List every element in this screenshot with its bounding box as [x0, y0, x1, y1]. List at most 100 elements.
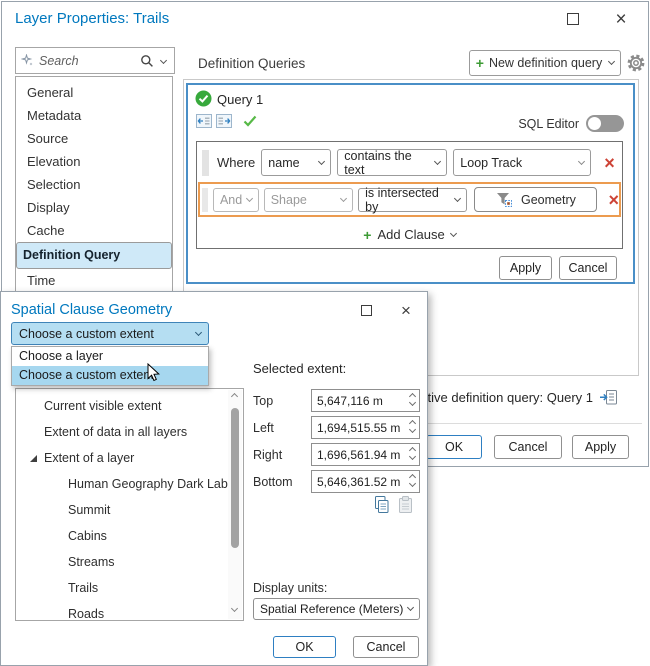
spatial-cancel-button[interactable]: Cancel	[353, 636, 419, 658]
move-clause-right-icon[interactable]	[216, 114, 232, 128]
chevron-down-icon	[578, 157, 585, 164]
extent-row-bottom: Bottom 5,646,361.52 m	[253, 470, 420, 493]
clause-valid-check-icon	[242, 114, 258, 128]
search-options-chevron-icon[interactable]	[160, 57, 167, 64]
tree-item-human-geography-dark-label[interactable]: Human Geography Dark Label	[16, 471, 243, 497]
tree-item-cabins[interactable]: Cabins	[16, 523, 243, 549]
spatial-filter-icon	[496, 192, 513, 208]
sidebar-item-source[interactable]: Source	[16, 127, 172, 150]
tree-item-extent-of-a-layer[interactable]: Extent of a layer	[16, 445, 243, 471]
maximize-button[interactable]	[353, 300, 379, 320]
tree-item-label: Trails	[68, 581, 98, 595]
option-choose-a-layer[interactable]: Choose a layer	[12, 347, 208, 366]
tree-item-roads[interactable]: Roads	[16, 601, 243, 621]
query-apply-button[interactable]: Apply	[499, 256, 552, 280]
sql-editor-toggle[interactable]	[586, 115, 624, 132]
sidebar-item-general[interactable]: General	[16, 81, 172, 104]
geometry-button[interactable]: Geometry	[474, 187, 597, 212]
bottom-input[interactable]: 5,646,361.52 m	[311, 470, 420, 493]
active-query-label: Active definition query: Query 1	[412, 390, 593, 405]
scroll-down-icon[interactable]	[231, 605, 238, 612]
search-placeholder: Search	[39, 54, 140, 68]
decrement-icon[interactable]	[409, 425, 416, 432]
extent-row-right: Right 1,696,561.94 m	[253, 443, 420, 466]
close-button[interactable]: ×	[393, 300, 419, 320]
connector-select-disabled[interactable]: And	[213, 188, 259, 212]
new-definition-query-button[interactable]: + New definition query	[469, 50, 621, 76]
geometry-source-dropdown: Choose a layer Choose a custom extent	[11, 346, 209, 386]
sidebar-item-metadata[interactable]: Metadata	[16, 104, 172, 127]
sidebar-item-elevation[interactable]: Elevation	[16, 150, 172, 173]
tree-item-trails[interactable]: Trails	[16, 575, 243, 601]
spatial-ok-button[interactable]: OK	[273, 636, 336, 658]
extent-row-left: Left 1,694,515.55 m	[253, 416, 420, 439]
maximize-icon	[361, 305, 372, 316]
spinner-arrows[interactable]	[410, 397, 415, 405]
sidebar-item-time[interactable]: Time	[16, 269, 172, 292]
tree-item-label: Human Geography Dark Label	[68, 477, 238, 491]
geometry-source-combo[interactable]: Choose a custom extent	[11, 322, 209, 345]
ok-button[interactable]: OK	[426, 435, 482, 459]
field-select-disabled[interactable]: Shape	[264, 188, 353, 212]
go-to-query-icon[interactable]	[599, 389, 618, 406]
spatial-operator-value: is intersected by	[365, 186, 455, 214]
decrement-icon[interactable]	[409, 452, 416, 459]
spatial-operator-select[interactable]: is intersected by	[358, 188, 467, 212]
value-combo[interactable]: Loop Track	[453, 149, 591, 176]
move-clause-left-icon[interactable]	[196, 114, 212, 128]
tree-item-label: Extent of data in all layers	[44, 425, 187, 439]
tree-item-summit[interactable]: Summit	[16, 497, 243, 523]
apply-button[interactable]: Apply	[572, 435, 629, 459]
right-value: 1,696,561.94 m	[312, 448, 408, 462]
clause-drag-handle[interactable]	[202, 150, 209, 176]
field-select[interactable]: name	[261, 149, 331, 176]
close-button[interactable]: ×	[606, 8, 636, 30]
tree-item-current-visible-extent[interactable]: Current visible extent	[16, 393, 243, 419]
top-input[interactable]: 5,647,116 m	[311, 389, 420, 412]
query-card[interactable]: Query 1 SQL Edit	[186, 83, 635, 284]
operator-select-value: contains the text	[344, 149, 435, 177]
clause-drag-handle[interactable]	[202, 188, 208, 212]
tree-item-label: Roads	[68, 607, 104, 621]
maximize-button[interactable]	[558, 8, 588, 30]
tree-item-streams[interactable]: Streams	[16, 549, 243, 575]
cancel-button[interactable]: Cancel	[494, 435, 562, 459]
spinner-arrows[interactable]	[410, 424, 415, 432]
spinner-arrows[interactable]	[410, 478, 415, 486]
selected-extent-label: Selected extent:	[253, 361, 346, 376]
gear-icon[interactable]	[626, 53, 646, 73]
sidebar-item-display[interactable]: Display	[16, 196, 172, 219]
operator-select[interactable]: contains the text	[337, 149, 447, 176]
query-cancel-button[interactable]: Cancel	[559, 256, 617, 280]
copy-extent-icon[interactable]	[372, 495, 391, 514]
and-clause-row-highlighted: And Shape is intersected by	[198, 182, 621, 217]
chevron-down-icon	[407, 604, 414, 611]
display-units-select[interactable]: Spatial Reference (Meters)	[253, 598, 420, 620]
left-input[interactable]: 1,694,515.55 m	[311, 416, 420, 439]
right-input[interactable]: 1,696,561.94 m	[311, 443, 420, 466]
paste-extent-icon[interactable]	[397, 495, 414, 514]
sidebar-item-definition-query[interactable]: Definition Query	[16, 242, 172, 269]
decrement-icon[interactable]	[409, 398, 416, 405]
display-units-label: Display units:	[253, 581, 327, 595]
clause-builder: Where name contains the text Loop Track	[196, 141, 623, 249]
sidebar-item-selection[interactable]: Selection	[16, 173, 172, 196]
add-clause-button[interactable]: + Add Clause	[200, 222, 619, 247]
decrement-icon[interactable]	[409, 479, 416, 486]
spinner-arrows[interactable]	[410, 451, 415, 459]
scrollbar-thumb[interactable]	[231, 408, 239, 548]
tree-scrollbar[interactable]	[228, 390, 242, 619]
remove-clause-button[interactable]: ×	[604, 154, 615, 172]
search-input[interactable]: Search	[15, 47, 175, 74]
remove-clause-button[interactable]: ×	[608, 191, 619, 209]
scroll-up-icon[interactable]	[231, 393, 238, 400]
tree-expander-icon[interactable]	[30, 455, 37, 462]
chevron-down-icon	[450, 229, 457, 236]
query-valid-icon	[195, 90, 212, 107]
new-definition-query-label: New definition query	[489, 56, 602, 70]
geometry-source-value: Choose a custom extent	[19, 327, 154, 341]
maximize-icon	[567, 13, 579, 25]
sidebar-item-cache[interactable]: Cache	[16, 219, 172, 242]
option-choose-a-custom-extent[interactable]: Choose a custom extent	[12, 366, 208, 385]
tree-item-extent-of-data-all-layers[interactable]: Extent of data in all layers	[16, 419, 243, 445]
